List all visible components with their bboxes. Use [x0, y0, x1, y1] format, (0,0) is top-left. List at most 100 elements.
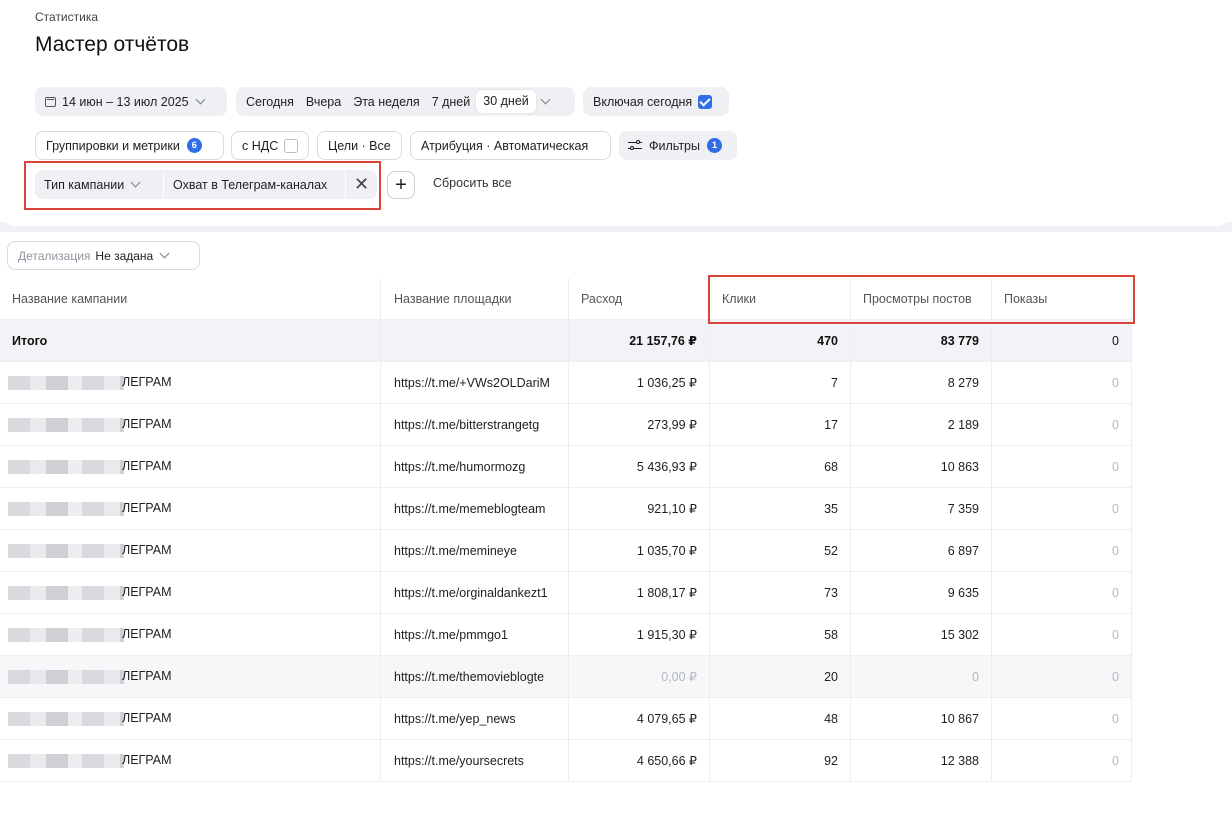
site-cell[interactable]: https://t.me/humormozg: [381, 446, 569, 488]
groupings-metrics-button[interactable]: Группировки и метрики 6: [35, 131, 224, 160]
redacted-campaign-name: [8, 628, 124, 642]
spend-cell: 1 035,70 ₽: [569, 530, 710, 572]
vat-toggle[interactable]: с НДС: [231, 131, 309, 160]
campaign-cell[interactable]: ЛЕГРАМ: [0, 488, 381, 530]
table-row[interactable]: ЛЕГРАМ https://t.me/pmmgo1 1 915,30 ₽58 15 …: [0, 614, 1232, 656]
campaign-name: ЛЕГРАМ: [122, 459, 172, 473]
redacted-campaign-name: [8, 460, 124, 474]
chevron-down-icon[interactable]: [540, 94, 551, 105]
clicks-cell: 58: [710, 614, 851, 656]
clicks-cell: 17: [710, 404, 851, 446]
impressions-cell: 0: [992, 488, 1132, 530]
spend-cell: 4 079,65 ₽: [569, 698, 710, 740]
filter-value-chip[interactable]: Охват в Телеграм-каналах: [164, 170, 345, 199]
filter-sliders-icon: [628, 139, 642, 152]
site-cell[interactable]: https://t.me/memineye: [381, 530, 569, 572]
views-cell: 8 279: [851, 362, 992, 404]
total-impressions: 0: [992, 320, 1132, 362]
spend-cell: 4 650,66 ₽: [569, 740, 710, 782]
report-header: Статистика Мастер отчётов 14 июн – 13 ию…: [0, 0, 1232, 226]
campaign-cell[interactable]: ЛЕГРАМ: [0, 404, 381, 446]
chevron-down-icon: [195, 94, 206, 105]
site-cell[interactable]: https://t.me/orginaldankezt1: [381, 572, 569, 614]
breadcrumb[interactable]: Статистика: [35, 10, 98, 24]
redacted-campaign-name: [8, 712, 124, 726]
column-header-campaign[interactable]: Название кампании: [0, 278, 381, 320]
views-cell: 7 359: [851, 488, 992, 530]
spend-cell: 1 808,17 ₽: [569, 572, 710, 614]
impressions-cell: 0: [992, 656, 1132, 698]
spend-cell: 5 436,93 ₽: [569, 446, 710, 488]
add-filter-button[interactable]: +: [387, 171, 415, 199]
preset-30-days[interactable]: 30 дней: [476, 90, 536, 113]
campaign-cell[interactable]: ЛЕГРАМ: [0, 362, 381, 404]
goals-selector[interactable]: Цели · Все: [317, 131, 402, 160]
filters-button[interactable]: Фильтры 1: [619, 131, 737, 160]
total-row: Итого 21 157,76 ₽ 470 83 779 0: [0, 320, 1232, 362]
impressions-cell: 0: [992, 530, 1132, 572]
filter-field-selector[interactable]: Тип кампании: [35, 170, 163, 199]
campaign-name: ЛЕГРАМ: [122, 417, 172, 431]
close-icon: ✕: [353, 174, 370, 194]
campaign-cell[interactable]: ЛЕГРАМ: [0, 530, 381, 572]
plus-icon: +: [395, 173, 407, 196]
total-site: [381, 320, 569, 362]
table-row[interactable]: ЛЕГРАМ https://t.me/orginaldankezt1 1 808,…: [0, 572, 1232, 614]
attribution-label: Атрибуция · Автоматическая: [421, 138, 589, 153]
remove-filter-button[interactable]: ✕: [346, 170, 377, 199]
vat-checkbox[interactable]: [284, 138, 299, 153]
redacted-campaign-name: [8, 586, 124, 600]
preset-7-days[interactable]: 7 дней: [426, 95, 477, 109]
clicks-cell: 73: [710, 572, 851, 614]
preset-this-week[interactable]: Эта неделя: [347, 95, 425, 109]
include-today-checkbox[interactable]: [698, 94, 713, 109]
impressions-cell: 0: [992, 572, 1132, 614]
views-cell: 15 302: [851, 614, 992, 656]
calendar-icon: [45, 96, 56, 107]
site-cell[interactable]: https://t.me/memeblogteam: [381, 488, 569, 530]
redacted-campaign-name: [8, 670, 124, 684]
highlight-box: [708, 275, 1135, 324]
include-today-toggle[interactable]: Включая сегодня: [583, 87, 729, 116]
preset-today[interactable]: Сегодня: [240, 95, 300, 109]
campaign-name: ЛЕГРАМ: [122, 669, 172, 683]
reset-all-link[interactable]: Сбросить все: [433, 176, 512, 190]
include-today-label: Включая сегодня: [593, 94, 693, 109]
campaign-cell[interactable]: ЛЕГРАМ: [0, 698, 381, 740]
site-cell[interactable]: https://t.me/+VWs2OLDariM: [381, 362, 569, 404]
campaign-cell[interactable]: ЛЕГРАМ: [0, 572, 381, 614]
table-row[interactable]: ЛЕГРАМ https://t.me/themovieblogte 0,00 ₽2…: [0, 656, 1232, 698]
redacted-campaign-name: [8, 376, 124, 390]
table-row[interactable]: ЛЕГРАМ https://t.me/yoursecrets 4 650,66 ₽…: [0, 740, 1232, 782]
site-cell[interactable]: https://t.me/yep_news: [381, 698, 569, 740]
site-cell[interactable]: https://t.me/yoursecrets: [381, 740, 569, 782]
site-cell[interactable]: https://t.me/bitterstrangetg: [381, 404, 569, 446]
table-row[interactable]: ЛЕГРАМ https://t.me/+VWs2OLDariM 1 036,25 …: [0, 362, 1232, 404]
campaign-cell[interactable]: ЛЕГРАМ: [0, 614, 381, 656]
attribution-selector[interactable]: Атрибуция · Автоматическая: [410, 131, 611, 160]
table-row[interactable]: ЛЕГРАМ https://t.me/bitterstrangetg 273,99…: [0, 404, 1232, 446]
site-cell[interactable]: https://t.me/themovieblogte: [381, 656, 569, 698]
groupings-label: Группировки и метрики: [46, 138, 180, 153]
column-header-spend[interactable]: Расход: [569, 278, 710, 320]
impressions-cell: 0: [992, 740, 1132, 782]
detail-selector[interactable]: Детализация Не задана: [7, 241, 200, 270]
campaign-name: ЛЕГРАМ: [122, 711, 172, 725]
filter-field-label: Тип кампании: [44, 177, 125, 192]
table-row[interactable]: ЛЕГРАМ https://t.me/memeblogteam 921,10 ₽3…: [0, 488, 1232, 530]
table-row[interactable]: ЛЕГРАМ https://t.me/humormozg 5 436,93 ₽68…: [0, 446, 1232, 488]
date-range-picker[interactable]: 14 июн – 13 июл 2025: [35, 87, 227, 116]
total-views: 83 779: [851, 320, 992, 362]
table-row[interactable]: ЛЕГРАМ https://t.me/yep_news 4 079,65 ₽48 1…: [0, 698, 1232, 740]
table-row[interactable]: ЛЕГРАМ https://t.me/memineye 1 035,70 ₽52 6…: [0, 530, 1232, 572]
clicks-cell: 20: [710, 656, 851, 698]
campaign-cell[interactable]: ЛЕГРАМ: [0, 740, 381, 782]
views-cell: 12 388: [851, 740, 992, 782]
column-header-site[interactable]: Название площадки: [381, 278, 569, 320]
preset-yesterday[interactable]: Вчера: [300, 95, 347, 109]
views-cell: 9 635: [851, 572, 992, 614]
campaign-cell[interactable]: ЛЕГРАМ: [0, 656, 381, 698]
campaign-cell[interactable]: ЛЕГРАМ: [0, 446, 381, 488]
campaign-name: ЛЕГРАМ: [122, 501, 172, 515]
site-cell[interactable]: https://t.me/pmmgo1: [381, 614, 569, 656]
